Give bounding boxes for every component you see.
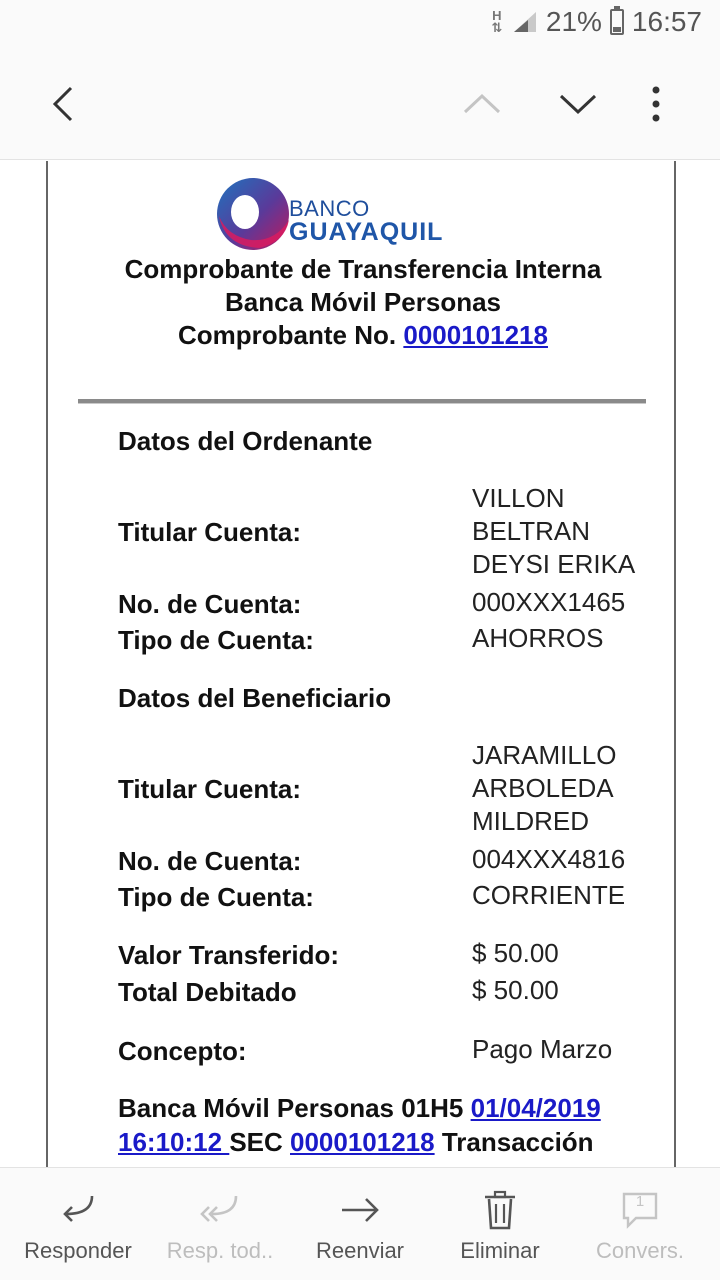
beneficiario-titular-line: JARAMILLO [472, 740, 617, 770]
reply-icon [58, 1188, 98, 1232]
concepto-value: Pago Marzo [472, 1034, 613, 1064]
chevron-down-icon [559, 94, 597, 115]
status-icons: H ⇅ 21% 16:57 [490, 6, 702, 38]
receipt-title: Comprobante de Transferencia Interna [124, 254, 602, 284]
reply-all-button[interactable]: Resp. tod.. [152, 1168, 288, 1281]
total-debitado-label: Total Debitado [118, 977, 297, 1007]
ordenante-cuenta-label: No. de Cuenta: [118, 589, 302, 619]
footer-prefix: Banca Móvil Personas 01H5 [118, 1093, 471, 1123]
receipt-number-link[interactable]: 0000101218 [403, 320, 548, 350]
status-bar: H ⇅ 21% 16:57 [0, 0, 720, 50]
ordenante-tipo-label: Tipo de Cuenta: [118, 625, 314, 655]
logo-line2: GUAYAQUIL [289, 218, 444, 246]
footer-time-link[interactable]: 16:10:12 [118, 1127, 229, 1157]
beneficiario-titular-value: JARAMILLO ARBOLEDA MILDRED [472, 739, 617, 838]
reply-label: Responder [24, 1238, 132, 1263]
beneficiario-cuenta-value: 004XXX4816 [472, 844, 626, 874]
beneficiario-tipo-value: CORRIENTE [472, 880, 626, 910]
total-debitado-value: $ 50.00 [472, 975, 559, 1005]
receipt-header: Comprobante de Transferencia Interna Ban… [48, 253, 678, 352]
receipt-number-line: Comprobante No. 0000101218 [48, 319, 678, 352]
footer-sec-label: SEC [229, 1127, 290, 1157]
bottom-action-bar: Responder Resp. tod.. Reenviar Eliminar … [0, 1167, 720, 1280]
receipt-number-label: Comprobante No. [178, 320, 397, 350]
beneficiario-titular-label: Titular Cuenta: [118, 774, 301, 804]
footer-suffix: Transacción [434, 1127, 594, 1157]
next-email-button[interactable] [546, 72, 610, 136]
forward-label: Reenviar [315, 1238, 405, 1263]
ordenante-tipo-value: AHORROS [472, 623, 604, 653]
valor-transferido-value: $ 50.00 [472, 938, 559, 968]
logo-line1: BANCO [289, 196, 370, 221]
bank-logo-text: BANCO GUAYAQUIL [289, 198, 443, 245]
delete-label: Eliminar [460, 1238, 540, 1263]
beneficiario-section-title: Datos del Beneficiario [118, 683, 392, 713]
conversation-label: Convers. [595, 1238, 685, 1263]
conversation-icon: 1 [620, 1188, 660, 1232]
trash-icon [483, 1188, 517, 1232]
reply-all-label: Resp. tod.. [166, 1238, 274, 1263]
battery-icon [609, 6, 624, 35]
concepto-label: Concepto: [118, 1036, 247, 1066]
back-arrow-icon [52, 86, 73, 122]
forward-arrow-icon [339, 1188, 381, 1232]
bank-logo: BANCO GUAYAQUIL [215, 176, 445, 254]
email-body[interactable]: BANCO GUAYAQUIL Comprobante de Transfere… [0, 161, 720, 1167]
ordenante-titular-value: VILLON BELTRAN DEYSI ERIKA [472, 482, 635, 581]
network-type-icon: H ⇅ [491, 8, 503, 35]
battery-percent: 21% [545, 6, 602, 37]
conversation-count: 1 [635, 1193, 645, 1210]
clock: 16:57 [631, 6, 702, 37]
forward-button[interactable]: Reenviar [292, 1168, 428, 1281]
more-options-button[interactable] [624, 72, 688, 136]
chevron-up-icon [463, 93, 501, 114]
reply-all-icon [198, 1188, 242, 1232]
receipt-frame: BANCO GUAYAQUIL Comprobante de Transfere… [46, 161, 676, 1167]
conversation-button[interactable]: 1 Convers. [572, 1168, 708, 1281]
reply-button[interactable]: Responder [10, 1168, 146, 1281]
ordenante-titular-line: BELTRAN [472, 516, 590, 546]
ordenante-titular-line: VILLON [472, 483, 565, 513]
footer-date-link[interactable]: 01/04/2019 [471, 1093, 601, 1123]
divider [78, 399, 646, 404]
beneficiario-cuenta-label: No. de Cuenta: [118, 846, 302, 876]
ordenante-titular-line: DEYSI ERIKA [472, 549, 636, 579]
back-button[interactable] [32, 72, 96, 136]
signal-icon [513, 12, 536, 32]
footer-sec-number-link[interactable]: 0000101218 [290, 1127, 435, 1157]
beneficiario-titular-line: MILDRED [472, 806, 590, 836]
ordenante-cuenta-value: 000XXX1465 [472, 587, 626, 617]
valor-transferido-label: Valor Transferido: [118, 940, 340, 970]
ordenante-section-title: Datos del Ordenante [118, 426, 373, 456]
previous-email-button[interactable] [450, 72, 514, 136]
app-bar [0, 50, 720, 160]
receipt-subtitle: Banca Móvil Personas [225, 287, 501, 317]
bank-logo-icon [217, 178, 289, 250]
beneficiario-tipo-label: Tipo de Cuenta: [118, 882, 314, 912]
transaction-footer: Banca Móvil Personas 01H5 01/04/2019 16:1… [118, 1091, 638, 1159]
ordenante-titular-label: Titular Cuenta: [118, 517, 301, 547]
beneficiario-titular-line: ARBOLEDA [472, 773, 614, 803]
delete-button[interactable]: Eliminar [432, 1168, 568, 1281]
more-vertical-icon [652, 86, 660, 122]
